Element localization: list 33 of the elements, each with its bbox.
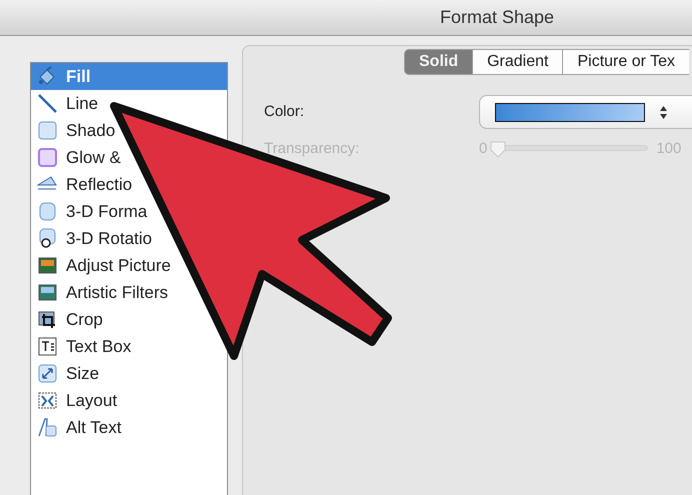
- cube-icon: [37, 228, 58, 249]
- sidebar-item[interactable]: Layout: [31, 387, 120, 414]
- window-title: Format Shape: [440, 6, 554, 29]
- color-label: Color:: [264, 102, 306, 122]
- square-icon: [37, 120, 58, 141]
- image-icon: [37, 282, 58, 303]
- layout-icon: [37, 390, 58, 411]
- sidebar-item[interactable]: Reflectio: [31, 171, 134, 198]
- line-icon: [37, 93, 58, 114]
- fill-type-tab[interactable]: Picture or Tex: [562, 49, 690, 75]
- fill-type-tab[interactable]: Solid: [404, 49, 472, 75]
- sidebar-item[interactable]: 3-D Rotatio: [31, 225, 154, 252]
- cube-icon: [37, 201, 58, 222]
- sidebar-item[interactable]: Line: [31, 90, 100, 117]
- text-box-icon: [37, 336, 58, 357]
- sidebar-item[interactable]: Adjust Picture: [31, 252, 173, 279]
- sidebar-item[interactable]: Alt Text: [31, 414, 124, 441]
- sidebar-item[interactable]: Size: [31, 360, 102, 387]
- square-icon: [37, 147, 58, 168]
- sidebar-item[interactable]: Fill: [31, 63, 227, 90]
- fill-type-tab[interactable]: Gradient: [472, 49, 562, 75]
- sidebar-item[interactable]: Glow &: [31, 144, 123, 171]
- image-icon: [37, 255, 58, 276]
- resize-icon: [37, 363, 58, 384]
- sidebar-item[interactable]: Crop: [31, 306, 105, 333]
- sidebar-item[interactable]: 3-D Forma: [31, 198, 150, 225]
- sidebar-item[interactable]: Artistic Filters: [31, 279, 170, 306]
- sidebar-item[interactable]: Shado: [31, 117, 118, 144]
- stepper-icon: [659, 104, 668, 120]
- crop-icon: [37, 309, 58, 330]
- sidebar-item[interactable]: Text Box: [31, 333, 134, 360]
- alt-text-icon: [37, 417, 58, 438]
- color-picker[interactable]: [479, 95, 692, 129]
